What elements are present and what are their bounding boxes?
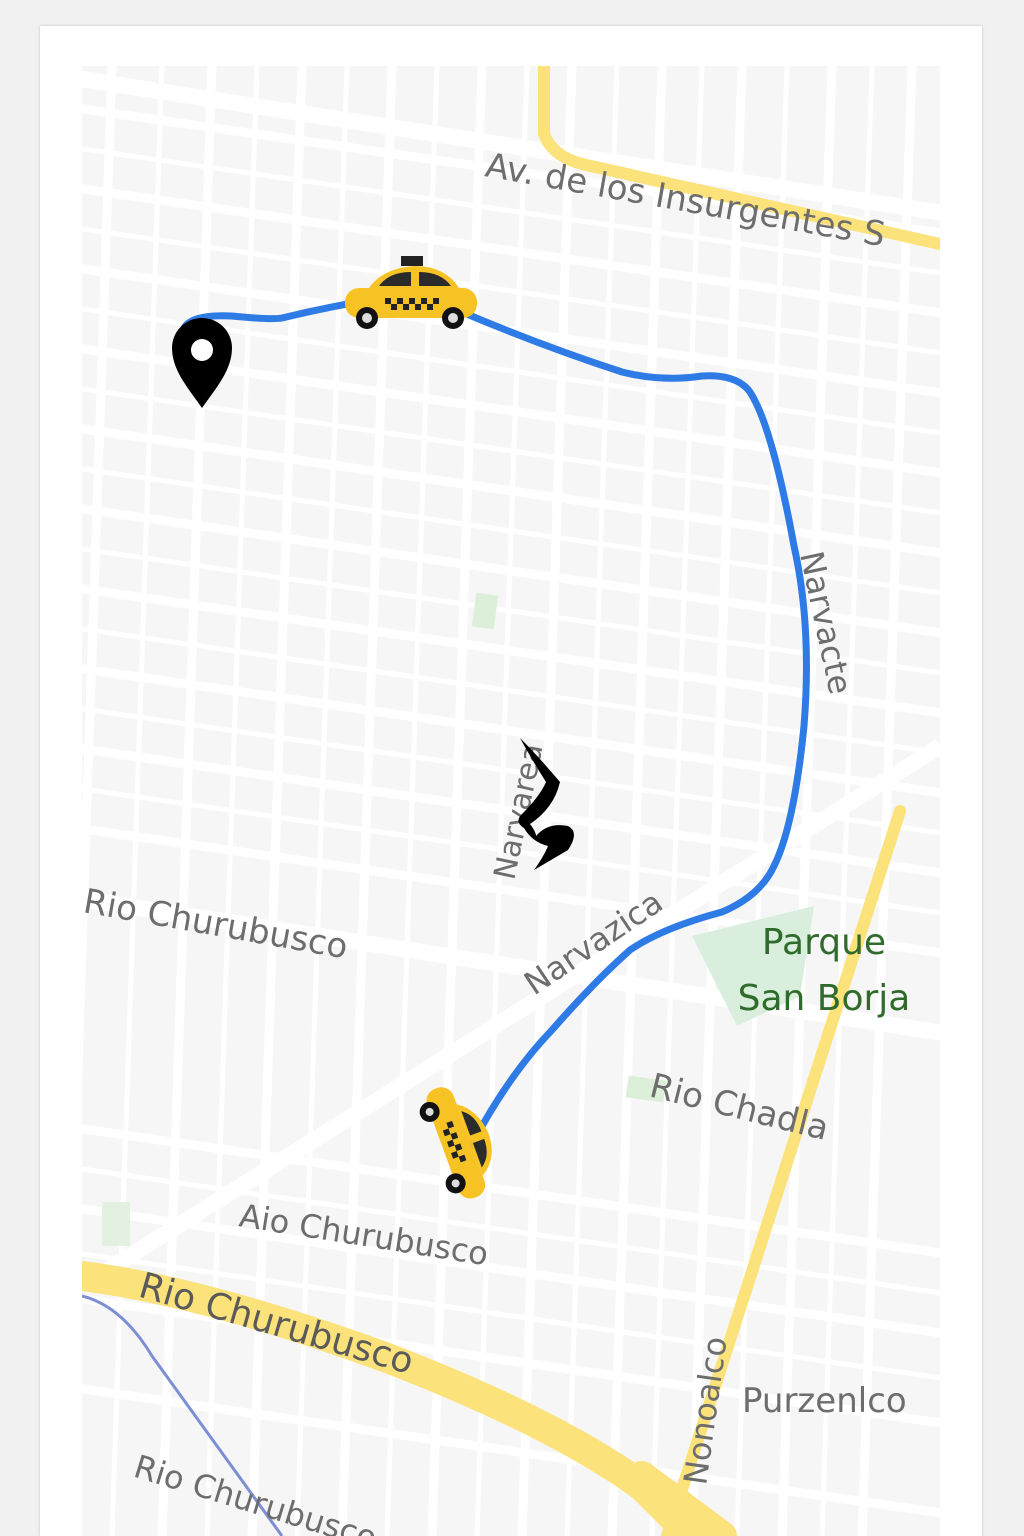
small-park (471, 592, 499, 630)
street-label-purzenlco: Purzenlco (742, 1381, 907, 1421)
small-park-3 (102, 1202, 130, 1246)
park-label-line1: Parque (762, 922, 886, 963)
route-map[interactable]: Av. de los Insurgentes S Narvacte Narvar… (82, 66, 940, 1536)
park-label-line2: San Borja (738, 978, 911, 1019)
map-canvas[interactable]: Av. de los Insurgentes S Narvacte Narvar… (82, 66, 940, 1536)
